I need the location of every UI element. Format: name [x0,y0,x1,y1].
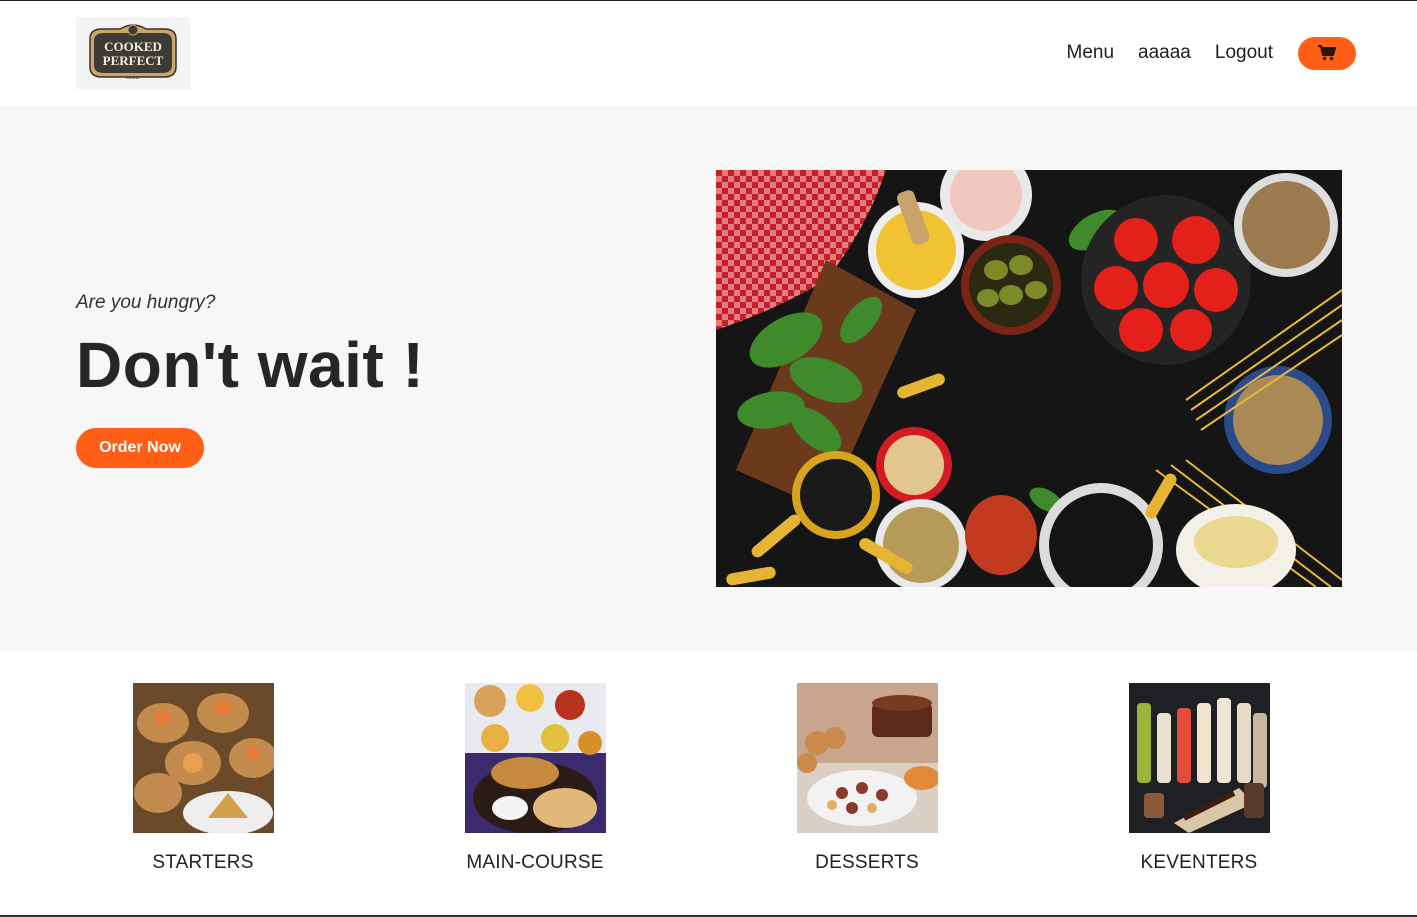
category-label: STARTERS [152,852,254,873]
nav-link-logout[interactable]: Logout [1215,42,1273,64]
category-label: MAIN-COURSE [466,852,604,873]
main-course-image [464,683,606,833]
hero-title: Don't wait ! [76,329,425,401]
starters-image [132,683,274,833]
svg-text:COOKED: COOKED [104,39,162,54]
keventers-image [1128,683,1270,833]
cart-button[interactable] [1298,36,1356,70]
hero-tagline: Are you hungry? [76,292,216,313]
logo-badge-icon: COOKED PERFECT BRAND [89,24,177,80]
main-nav: Menu aaaaa Logout [1067,36,1356,70]
desserts-image [796,683,938,833]
category-main-course[interactable]: MAIN-COURSE [435,683,635,874]
category-keventers[interactable]: KEVENTERS [1099,683,1299,874]
order-now-button[interactable]: Order Now [76,428,204,468]
ingredients-illustration [716,170,1342,587]
brand-logo[interactable]: COOKED PERFECT BRAND [76,17,190,89]
hero-food-image [716,170,1342,587]
svg-text:PERFECT: PERFECT [103,53,164,68]
svg-text:BRAND: BRAND [126,75,140,80]
shopping-cart-icon [1318,45,1336,61]
hero-section: Are you hungry? Don't wait ! Order Now [0,106,1417,651]
category-label: DESSERTS [815,852,919,873]
nav-link-menu[interactable]: Menu [1067,42,1115,64]
navbar: COOKED PERFECT BRAND Menu aaaaa Logout [0,1,1417,105]
nav-link-user[interactable]: aaaaa [1138,42,1191,64]
category-desserts[interactable]: DESSERTS [767,683,967,874]
categories-section: STARTERS MAIN-COURSE DESSERTS KEVENTERS [0,651,1417,915]
category-starters[interactable]: STARTERS [103,683,303,874]
category-label: KEVENTERS [1140,852,1258,873]
